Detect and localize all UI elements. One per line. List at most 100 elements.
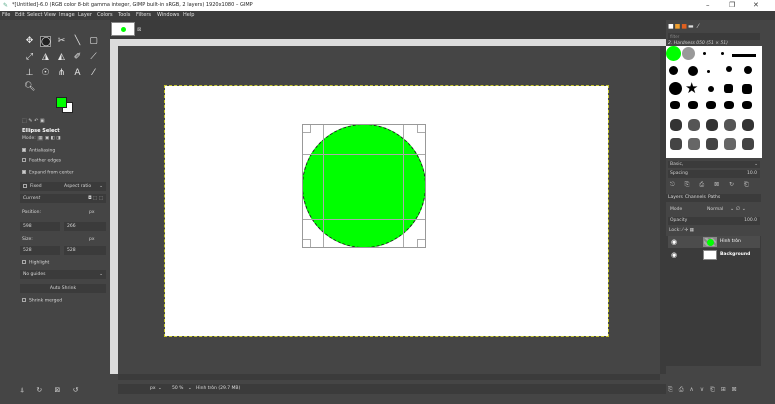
guides-select[interactable]: No guides ⌄	[20, 270, 106, 279]
eye-icon[interactable]: ◉	[671, 249, 677, 261]
paths-tool-icon[interactable]: ⋔	[56, 68, 67, 79]
measure-tool-icon[interactable]: ╲	[72, 36, 83, 47]
paintbrush-tool-icon[interactable]: ✐	[72, 52, 83, 63]
move-tool-icon[interactable]: ✥	[24, 36, 35, 47]
zoom-select[interactable]: 50 %	[172, 384, 183, 394]
guide-line	[323, 125, 324, 247]
corner-handle[interactable]	[303, 125, 311, 133]
layers-actions-icons[interactable]: ⎘ ⎙ ∧ ∨ ⎗ ⊞ ⊠	[668, 386, 763, 394]
ellipse-select-tool-icon[interactable]: ◯	[40, 36, 51, 47]
left-dock-bottom-icons[interactable]: ⍋ ↻ ⊠ ↺	[20, 386, 110, 395]
layer-mode-label: Mode	[670, 207, 683, 212]
status-bar: px ⌄ 50 % ⌄ Hình tròn (29.7 MB)	[118, 384, 666, 394]
size-w-input[interactable]: 528	[20, 246, 60, 255]
image-tab-thumbnail[interactable]	[111, 22, 135, 36]
brush-preset-select[interactable]: Basic, ⌄	[668, 161, 760, 168]
close-tab-icon[interactable]: ⊠	[137, 27, 141, 33]
horizontal-scrollbar[interactable]	[118, 374, 660, 380]
corner-handle[interactable]	[303, 239, 311, 247]
size-label: Size:	[22, 237, 33, 242]
antialiasing-option[interactable]: Antialiasing	[22, 148, 55, 154]
menu-select[interactable]: Select	[27, 11, 42, 20]
guide-line	[303, 219, 425, 220]
scissors-tool-icon[interactable]: ✂	[56, 36, 67, 47]
clone-tool-icon[interactable]: ⊥	[24, 68, 35, 79]
tool-options-tabs: ⬚ ✎ ↶ ▣	[22, 118, 45, 124]
unit-select[interactable]: px	[150, 384, 156, 394]
layer-name[interactable]: Hình tròn	[720, 236, 741, 248]
highlight-option[interactable]: Highlight	[22, 260, 49, 266]
brush[interactable]	[682, 47, 695, 60]
horizontal-ruler	[118, 39, 666, 46]
autoshrink-button[interactable]: Auto Shrink	[20, 284, 106, 293]
corner-handle[interactable]	[417, 125, 425, 133]
menu-bar: File Edit Select View Image Layer Colors…	[0, 11, 775, 20]
tab-channels[interactable]: Channels	[685, 194, 706, 202]
bucket-fill-tool-icon[interactable]: ◭	[56, 52, 67, 63]
menu-edit[interactable]: Edit	[15, 11, 25, 20]
position-unit[interactable]: px	[89, 210, 95, 215]
minimize-button[interactable]: –	[706, 0, 710, 11]
layer-row[interactable]: ◉ Background	[668, 249, 760, 261]
dock-tabs[interactable]: ■■■▬ ⁄	[668, 23, 700, 30]
menu-image[interactable]: Image	[59, 11, 75, 20]
layer-name[interactable]: Background	[720, 249, 750, 261]
foreground-color-swatch[interactable]	[56, 97, 67, 108]
chevron-down-icon: ⌄	[99, 184, 103, 189]
chevron-down-icon[interactable]: ⌄	[158, 384, 162, 394]
current-field[interactable]: Current ◘ ⬚ ⬚	[20, 194, 106, 203]
spacing-slider[interactable]: Spacing 10.0	[668, 170, 760, 178]
smudge-tool-icon[interactable]: ☉	[40, 68, 51, 79]
menu-file[interactable]: File	[2, 11, 10, 20]
layer-thumbnail	[703, 250, 717, 260]
color-picker-tool-icon[interactable]: ⁄	[88, 68, 99, 79]
menu-tools[interactable]: Tools	[118, 11, 130, 20]
ellipse-selection-box[interactable]	[302, 124, 426, 248]
brush-selected[interactable]	[666, 46, 681, 61]
feather-option[interactable]: Feather edges	[22, 158, 61, 164]
mode-replace-icon[interactable]: ▦	[37, 136, 44, 141]
gimp-logo-icon: ✎	[3, 2, 9, 9]
guide-line	[303, 154, 425, 155]
brush-filter-input[interactable]: filter	[668, 33, 760, 40]
chevron-down-icon[interactable]: ⌄ ∅ ⌄	[730, 206, 746, 212]
position-label: Position:	[22, 210, 42, 215]
menu-layer[interactable]: Layer	[78, 11, 92, 20]
tab-layers[interactable]: Layers	[668, 194, 683, 202]
position-x-input[interactable]: 598	[20, 222, 60, 231]
close-button[interactable]: ✕	[753, 0, 759, 11]
brush-actions-icons[interactable]: ⎋ ⎘ ⎙ ⊠ ↻ ⎗	[670, 181, 760, 189]
menu-help[interactable]: Help	[183, 11, 194, 20]
layer-mode-select[interactable]: Normal	[707, 207, 723, 212]
corner-handle[interactable]	[417, 239, 425, 247]
expand-option[interactable]: Expand from center	[22, 170, 74, 176]
size-unit[interactable]: px	[89, 237, 95, 242]
zoom-tool-icon[interactable]: 🔍︎	[24, 82, 35, 93]
fixed-aspect-row[interactable]: Fixed Aspect ratio ⌄	[20, 182, 106, 191]
image-tabs-bar	[110, 20, 666, 39]
transform-tool-icon[interactable]: ⤢	[24, 52, 35, 63]
layer-row[interactable]: ◉ Hình tròn	[668, 236, 760, 248]
menu-colors[interactable]: Colors	[97, 11, 113, 20]
maximize-button[interactable]: ❐	[729, 0, 735, 11]
menu-windows[interactable]: Windows	[157, 11, 179, 20]
crop-tool-icon[interactable]: ▢	[88, 36, 99, 47]
shrink-merged-option[interactable]: Shrink merged	[22, 298, 62, 304]
vertical-ruler	[110, 39, 118, 374]
tool-options-title: Ellipse Select	[22, 128, 60, 134]
tab-paths[interactable]: Paths	[708, 194, 720, 202]
window-title: *[Untitled]-6.0 (RGB color 8-bit gamma i…	[12, 2, 253, 8]
brush-grid[interactable]: ★	[666, 46, 762, 158]
size-h-input[interactable]: 528	[64, 246, 106, 255]
lock-row: Lock: ⁄ ✢ ▦	[669, 228, 694, 233]
opacity-slider[interactable]: Opacity 100.0	[668, 217, 760, 225]
text-tool-icon[interactable]: A	[72, 68, 83, 79]
chevron-down-icon[interactable]: ⌄	[188, 384, 192, 394]
menu-view[interactable]: View	[44, 11, 56, 20]
eye-icon[interactable]: ◉	[671, 236, 677, 248]
guide-line	[403, 125, 404, 247]
warp-tool-icon[interactable]: ◮	[40, 52, 51, 63]
menu-filters[interactable]: Filters	[136, 11, 151, 20]
eraser-tool-icon[interactable]: ⟋	[88, 52, 99, 63]
position-y-input[interactable]: 266	[64, 222, 106, 231]
